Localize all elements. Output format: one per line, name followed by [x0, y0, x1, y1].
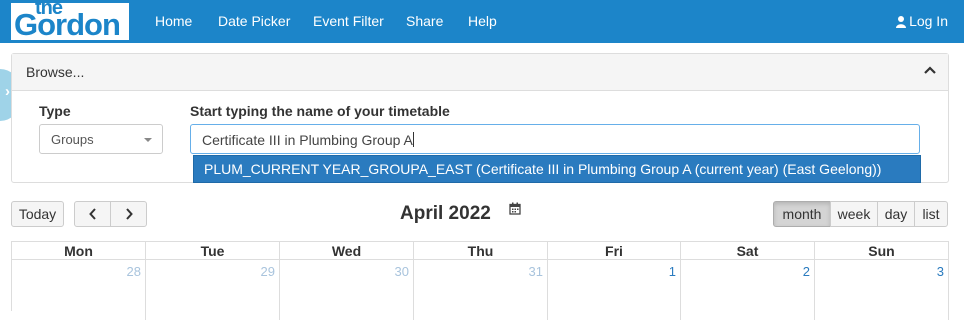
login-link[interactable]: Log In — [896, 13, 948, 29]
day-header-mon: Mon — [12, 241, 146, 260]
day-header-sat: Sat — [681, 241, 815, 260]
calendar-grid: Mon Tue Wed Thu Fri Sat Sun 28 29 30 31 … — [11, 241, 949, 320]
prev-button[interactable] — [74, 201, 111, 227]
day-cell[interactable]: 2 — [681, 260, 815, 320]
day-number[interactable]: 30 — [395, 264, 409, 279]
day-header-sun: Sun — [815, 241, 949, 260]
browse-panel-title: Browse... — [26, 64, 85, 80]
chevron-right-icon: › — [5, 83, 10, 100]
day-cell[interactable]: 29 — [146, 260, 280, 320]
nav-share[interactable]: Share — [406, 13, 443, 29]
nav-home[interactable]: Home — [155, 13, 192, 29]
day-header-wed: Wed — [280, 241, 414, 260]
chevron-right-icon — [125, 208, 133, 220]
day-number[interactable]: 1 — [669, 264, 676, 279]
autocomplete-suggestion[interactable]: PLUM_CURRENT YEAR_GROUPA_EAST (Certifica… — [193, 155, 921, 183]
view-list-button[interactable]: list — [914, 201, 948, 227]
today-button[interactable]: Today — [11, 201, 64, 227]
day-header-tue: Tue — [146, 241, 280, 260]
type-select-value: Groups — [51, 132, 94, 147]
nav-event-filter[interactable]: Event Filter — [313, 13, 384, 29]
day-number[interactable]: 2 — [803, 264, 810, 279]
type-select[interactable]: Groups — [39, 124, 163, 154]
browse-panel: Browse... Type Start typing the name of … — [11, 53, 949, 183]
suggestion-text: PLUM_CURRENT YEAR_GROUPA_EAST (Certifica… — [204, 161, 882, 177]
view-week-button[interactable]: week — [830, 201, 878, 227]
type-label: Type — [39, 103, 71, 119]
chevron-up-icon[interactable] — [924, 66, 936, 75]
calendar-title: April 2022 — [400, 203, 491, 224]
next-button[interactable] — [110, 201, 147, 227]
text-cursor — [412, 132, 414, 147]
day-cell[interactable]: 30 — [280, 260, 414, 320]
timetable-search-input[interactable]: Certificate III in Plumbing Group A — [190, 124, 920, 154]
browse-panel-header[interactable]: Browse... — [12, 54, 948, 91]
caret-down-icon — [144, 138, 152, 142]
day-header-thu: Thu — [414, 241, 548, 260]
day-number[interactable]: 29 — [261, 264, 275, 279]
gordon-logo[interactable]: the Gordon — [11, 0, 129, 42]
nav-help[interactable]: Help — [468, 13, 497, 29]
day-cell[interactable]: 31 — [414, 260, 548, 320]
day-cell[interactable]: 3 — [815, 260, 949, 320]
chevron-left-icon — [88, 208, 96, 220]
day-number[interactable]: 3 — [937, 264, 944, 279]
day-number[interactable]: 31 — [529, 264, 543, 279]
view-day-button[interactable]: day — [877, 201, 915, 227]
navbar: the Gordon Home Date Picker Event Filter… — [0, 0, 964, 43]
search-label: Start typing the name of your timetable — [190, 103, 450, 119]
logo-text-gordon: Gordon — [14, 7, 121, 42]
view-month-button[interactable]: month — [773, 201, 831, 227]
day-cell[interactable]: 1 — [548, 260, 681, 320]
day-cell[interactable]: 28 — [12, 260, 146, 320]
login-label: Log In — [909, 13, 948, 29]
user-icon — [896, 16, 907, 28]
nav-date-picker[interactable]: Date Picker — [218, 13, 290, 29]
day-number[interactable]: 28 — [127, 264, 141, 279]
day-header-fri: Fri — [548, 241, 681, 260]
calendar-icon[interactable] — [509, 202, 521, 215]
search-input-value: Certificate III in Plumbing Group A — [202, 132, 413, 148]
